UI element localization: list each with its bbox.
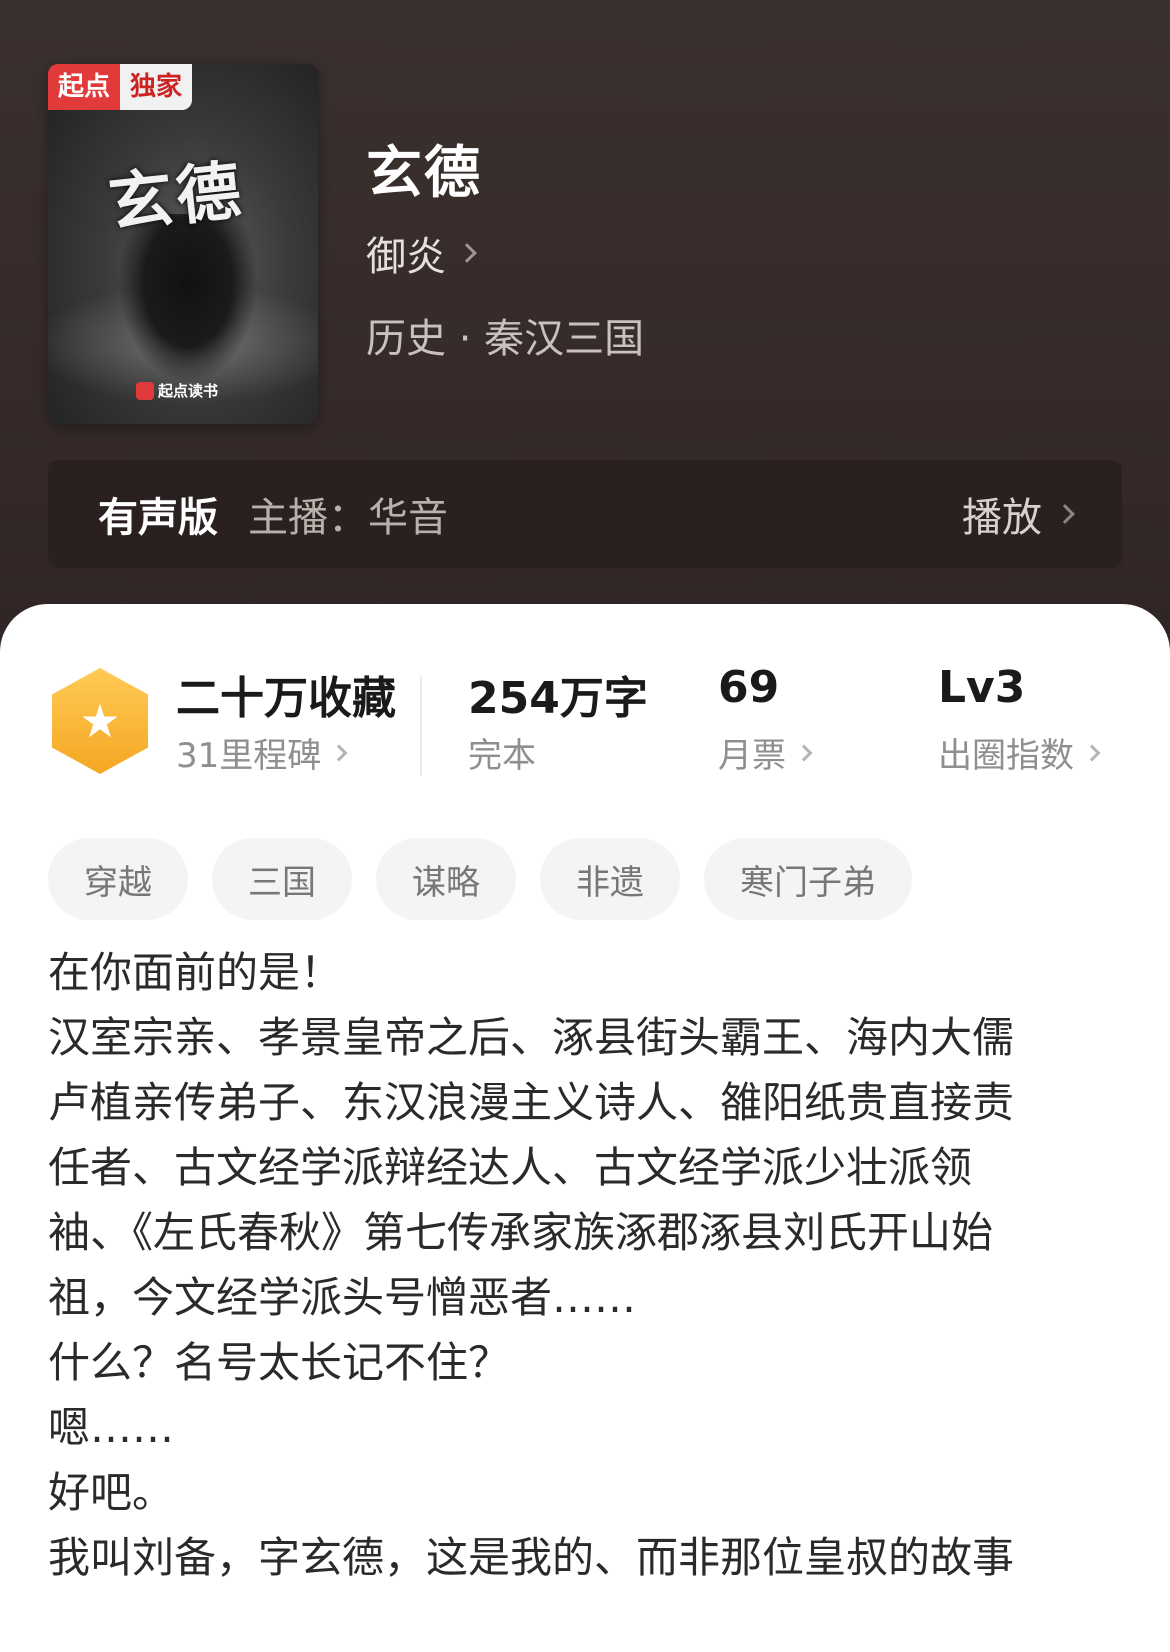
chevron-right-icon xyxy=(457,243,477,263)
book-header: 起点 独家 玄德 起点读书 玄德 御炎 历史 · 秦汉三国 有声版 主播：华音 … xyxy=(0,0,1170,680)
description-line: 什么？名号太长记不住？ xyxy=(48,1338,511,1387)
badge-exclusive: 独家 xyxy=(120,64,193,110)
description-line: 卢植亲传弟子、东汉浪漫主义诗人、雒阳纸贵直接责 xyxy=(48,1078,1015,1127)
tag-chip[interactable]: 寒门子弟 xyxy=(704,838,912,920)
favorites-count: 二十万收藏 xyxy=(176,673,396,724)
audio-version-label: 有声版 xyxy=(98,495,218,541)
description-line: 任者、古文经学派辩经达人、古文经学派少壮派领 xyxy=(48,1143,973,1192)
chevron-right-icon xyxy=(795,744,813,761)
audio-host: 主播：华音 xyxy=(248,495,448,541)
stats-divider xyxy=(420,676,422,776)
book-description[interactable]: 在你面前的是！ 汉室宗亲、孝景皇帝之后、涿县街头霸王、海内大儒 卢植亲传弟子、东… xyxy=(48,940,1128,1590)
play-button[interactable]: 播放 xyxy=(962,485,1075,543)
chevron-right-icon xyxy=(1083,744,1101,761)
description-line: 我叫刘备，字玄德，这是我的、而非那位皇叔的故事 xyxy=(48,1533,1015,1582)
tag-chip[interactable]: 三国 xyxy=(212,838,352,920)
monthly-votes-count: 69 xyxy=(718,662,780,713)
stats-row: ★ 二十万收藏 31里程碑 254万字 完本 69 月票 Lv3 出圈指数 xyxy=(0,662,1170,782)
tag-list: 穿越 三国 谋略 非遗 寒门子弟 xyxy=(48,838,912,920)
book-genre: 历史 · 秦汉三国 xyxy=(366,316,645,362)
milestones-label: 31里程碑 xyxy=(176,736,322,776)
description-line: 汉室宗亲、孝景皇帝之后、涿县街头霸王、海内大儒 xyxy=(48,1013,1015,1062)
book-cover[interactable]: 起点 独家 玄德 起点读书 xyxy=(48,64,318,424)
description-line: 祖，今文经学派头号憎恶者…… xyxy=(48,1273,637,1322)
tag-chip[interactable]: 非遗 xyxy=(540,838,680,920)
star-icon: ★ xyxy=(79,694,121,748)
completion-status: 完本 xyxy=(468,728,536,777)
book-title: 玄德 xyxy=(366,141,482,206)
description-line: 好吧。 xyxy=(48,1468,175,1517)
author-link[interactable]: 御炎 xyxy=(366,224,477,282)
favorite-badge-icon: ★ xyxy=(52,668,148,774)
exclusive-badge: 起点 独家 xyxy=(48,64,193,110)
description-line: 袖、《左氏春秋》第七传承家族涿郡涿县刘氏开山始 xyxy=(48,1208,994,1257)
word-count: 254万字 xyxy=(468,673,648,724)
monthly-votes-link[interactable]: 月票 xyxy=(718,728,813,777)
publisher-name: 起点读书 xyxy=(158,382,219,400)
author-name: 御炎 xyxy=(366,234,446,280)
tag-chip[interactable]: 穿越 xyxy=(48,838,188,920)
publisher-logo-icon xyxy=(136,381,154,400)
badge-brand: 起点 xyxy=(48,64,121,110)
monthly-votes-label: 月票 xyxy=(718,736,786,776)
popularity-index-link[interactable]: 出圈指数 xyxy=(938,728,1101,777)
description-line: 在你面前的是！ xyxy=(48,948,343,997)
cover-publisher: 起点读书 xyxy=(136,380,218,401)
popularity-index-label: 出圈指数 xyxy=(938,736,1074,776)
milestones-link[interactable]: 31里程碑 xyxy=(176,728,348,777)
description-line: 嗯…… xyxy=(48,1403,175,1452)
play-label: 播放 xyxy=(962,495,1042,541)
chevron-right-icon xyxy=(1055,504,1075,524)
chevron-right-icon xyxy=(330,744,348,761)
tag-chip[interactable]: 谋略 xyxy=(376,838,516,920)
book-detail-page: 起点 独家 玄德 起点读书 玄德 御炎 历史 · 秦汉三国 有声版 主播：华音 … xyxy=(0,0,1170,1652)
audio-version-bar[interactable]: 有声版 主播：华音 播放 xyxy=(48,460,1122,568)
cover-art-title: 玄德 xyxy=(105,153,249,242)
status-label: 完本 xyxy=(468,736,536,776)
book-info-card: ★ 二十万收藏 31里程碑 254万字 完本 69 月票 Lv3 出圈指数 穿越… xyxy=(0,604,1170,1652)
popularity-level: Lv3 xyxy=(938,662,1026,713)
